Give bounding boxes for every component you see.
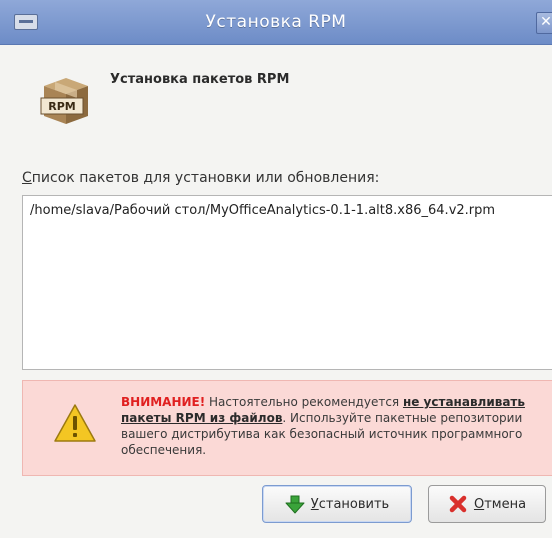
rpm-package-icon: RPM bbox=[40, 78, 88, 124]
warning-text-part1: Настоятельно рекомендуется bbox=[205, 395, 403, 409]
cancel-button-label: Отмена bbox=[474, 497, 526, 512]
install-rpm-dialog: Установка RPM ✕ RPM Установка пакетов RP… bbox=[0, 0, 552, 538]
install-button-mnemonic: У bbox=[310, 496, 319, 512]
window-menu-icon[interactable] bbox=[14, 14, 38, 30]
title-bar[interactable]: Установка RPM ✕ bbox=[0, 0, 552, 45]
dialog-heading: Установка пакетов RPM bbox=[110, 72, 290, 87]
package-list-label: Список пакетов для установки или обновле… bbox=[22, 170, 379, 186]
install-button-text: становить bbox=[318, 496, 390, 512]
warning-triangle-icon bbox=[54, 404, 96, 442]
install-arrow-icon bbox=[285, 495, 305, 514]
warning-message: ВНИМАНИЕ! Настоятельно рекомендуется не … bbox=[121, 394, 526, 458]
package-list-label-text: писок пакетов для установки или обновлен… bbox=[31, 170, 380, 186]
close-button[interactable]: ✕ bbox=[536, 12, 552, 34]
install-button[interactable]: Установить bbox=[262, 485, 412, 523]
rpm-icon-label: RPM bbox=[48, 100, 75, 113]
cancel-button-mnemonic: О bbox=[473, 496, 485, 512]
package-list[interactable]: /home/slava/Рабочий стол/MyOfficeAnalyti… bbox=[22, 195, 552, 370]
cancel-x-icon bbox=[449, 495, 467, 513]
warning-lead: ВНИМАНИЕ! bbox=[121, 395, 206, 409]
warning-panel: ВНИМАНИЕ! Настоятельно рекомендуется не … bbox=[22, 380, 552, 476]
package-list-label-mnemonic: С bbox=[22, 170, 32, 186]
window-title: Установка RPM bbox=[205, 12, 347, 32]
cancel-button[interactable]: Отмена bbox=[428, 485, 546, 523]
cancel-button-text: тмена bbox=[484, 496, 527, 512]
install-button-label: Установить bbox=[311, 497, 389, 512]
list-item[interactable]: /home/slava/Рабочий стол/MyOfficeAnalyti… bbox=[30, 203, 495, 218]
